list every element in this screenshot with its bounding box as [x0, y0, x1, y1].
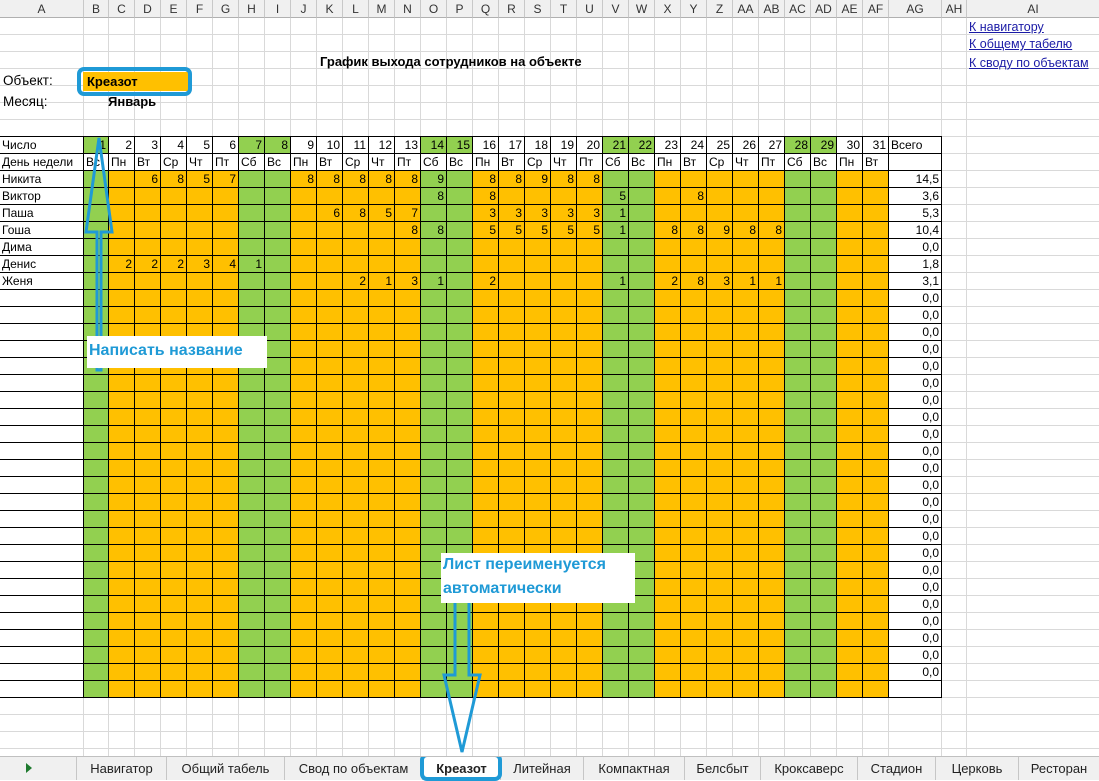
tab-3[interactable]: Свод по объектам: [284, 757, 422, 780]
tab-5[interactable]: Литейная: [500, 757, 583, 780]
down-arrow-icon: [442, 598, 482, 753]
object-highlight-box: [77, 67, 192, 96]
tab-9[interactable]: Стадион: [857, 757, 935, 780]
tab-scroll-icon[interactable]: [26, 763, 32, 773]
tab-6[interactable]: Компактная: [583, 757, 684, 780]
callout-rename-line1: Лист переименуется: [443, 556, 606, 573]
annotation-overlay: [77, 67, 482, 753]
tab-8[interactable]: Кроксаверс: [760, 757, 857, 780]
tab-2[interactable]: Общий табель: [166, 757, 284, 780]
tab-1[interactable]: Навигатор: [76, 757, 166, 780]
spreadsheet-grid[interactable]: A B C D E F G H I J K L M N O P Q R S T U V W X Y Z AA AB AC AD AE AF AG…: [0, 0, 1099, 756]
sheet-tab-bar: Навигатор Общий табель Свод по объектам Кре…: [0, 756, 1099, 781]
callout-rename-hint: Лист переименуется автоматически: [441, 553, 635, 603]
tab-10[interactable]: Церковь: [935, 757, 1018, 780]
tab-7[interactable]: Белсбыт: [684, 757, 760, 780]
callout-rename-line2: автоматически: [443, 580, 562, 597]
tab-4[interactable]: Креазот: [422, 757, 500, 780]
tab-11[interactable]: Ресторан: [1018, 757, 1099, 780]
callout-name-hint: Написать название: [87, 336, 267, 368]
